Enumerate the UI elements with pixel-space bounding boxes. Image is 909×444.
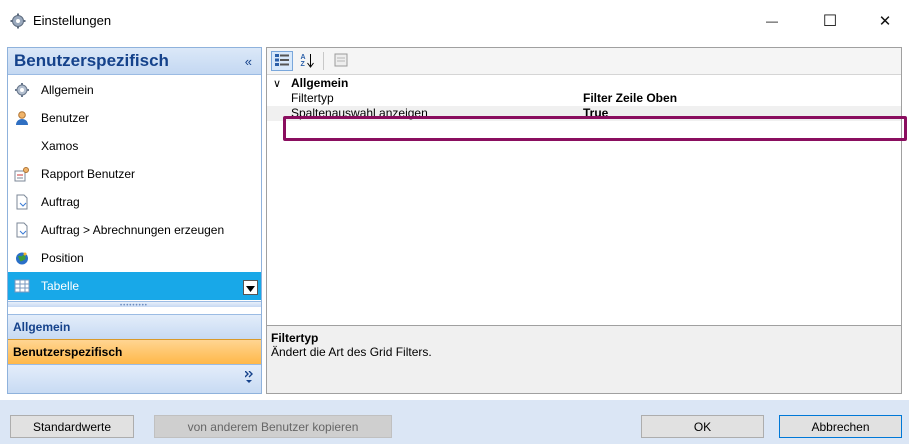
- group-overflow-bar: [8, 364, 261, 393]
- nav-item-benutzer[interactable]: Benutzer: [8, 104, 261, 132]
- nav-item-label: Rapport Benutzer: [41, 167, 136, 181]
- window-title: Einstellungen: [33, 13, 112, 28]
- cancel-button[interactable]: Abbrechen: [779, 415, 902, 438]
- nav-item-label: Position: [41, 251, 84, 265]
- maximize-button[interactable]: ☐: [807, 6, 853, 36]
- property-description: Filtertyp Ändert die Art des Grid Filter…: [267, 325, 901, 393]
- minimize-button[interactable]: —: [749, 6, 795, 36]
- property-value[interactable]: True: [583, 106, 883, 121]
- property-name: Filtertyp: [291, 91, 334, 105]
- ok-button[interactable]: OK: [641, 415, 764, 438]
- group-label: Benutzerspezifisch: [13, 345, 123, 359]
- navigation-header: Benutzerspezifisch «: [8, 48, 261, 75]
- description-text: Ändert die Art des Grid Filters.: [271, 345, 432, 359]
- collapse-pane-icon[interactable]: «: [245, 54, 252, 69]
- button-bar: Standardwerte von anderem Benutzer kopie…: [0, 400, 909, 444]
- defaults-button[interactable]: Standardwerte: [10, 415, 134, 438]
- pane-splitter[interactable]: •••••••••: [8, 301, 261, 309]
- nav-item-label: Xamos: [41, 139, 79, 153]
- nav-item-position[interactable]: Position: [8, 244, 261, 272]
- nav-dropdown-button[interactable]: [243, 280, 258, 295]
- grip-icon: •••••••••: [120, 303, 148, 309]
- group-allgemein[interactable]: Allgemein: [8, 314, 261, 339]
- property-grid: AZ ∨ Allgemein Filtertyp Filter Zeile Ob…: [266, 47, 902, 394]
- group-label: Allgemein: [13, 320, 71, 334]
- title-bar: Einstellungen — ☐ ✕: [0, 0, 909, 42]
- navigation-title: Benutzerspezifisch: [14, 51, 169, 70]
- table-icon: [14, 278, 30, 294]
- maximize-icon: ☐: [822, 13, 838, 30]
- category-label: Allgemein: [291, 76, 349, 90]
- property-pages-icon: [334, 53, 348, 70]
- navigation-pane: Benutzerspezifisch « Allgemein Benutzer …: [7, 47, 262, 394]
- group-benutzerspezifisch[interactable]: Benutzerspezifisch: [8, 339, 261, 364]
- property-name: Spaltenauswahl anzeigen: [291, 106, 428, 120]
- settings-gear-icon: [10, 13, 26, 29]
- nav-item-auftrag-abrechnungen[interactable]: Auftrag > Abrechnungen erzeugen: [8, 216, 261, 244]
- close-button[interactable]: ✕: [862, 6, 908, 36]
- description-title: Filtertyp: [271, 331, 319, 345]
- categorized-button[interactable]: [271, 51, 293, 71]
- nav-item-allgemein[interactable]: Allgemein: [8, 76, 261, 104]
- sort-alphabetical-button[interactable]: AZ: [296, 51, 318, 71]
- report-user-icon: [14, 166, 30, 182]
- sort-alpha-icon: AZ: [301, 54, 314, 68]
- chevron-down-icon: [246, 281, 255, 295]
- user-icon: [14, 110, 30, 126]
- chevron-down-icon[interactable]: ∨: [273, 77, 281, 90]
- gear-icon: [14, 82, 30, 98]
- nav-item-xamos[interactable]: Xamos: [8, 132, 261, 160]
- navigation-list: Allgemein Benutzer Xamos Rapport Benutze…: [8, 76, 261, 300]
- close-icon: ✕: [878, 13, 892, 30]
- nav-item-label: Auftrag: [41, 195, 80, 209]
- minimize-icon: —: [766, 14, 778, 28]
- property-row-spaltenauswahl[interactable]: Spaltenauswahl anzeigen True: [267, 106, 901, 121]
- nav-item-rapport-benutzer[interactable]: Rapport Benutzer: [8, 160, 261, 188]
- document-icon: [14, 222, 30, 238]
- nav-item-label: Tabelle: [41, 279, 80, 293]
- copy-from-user-button[interactable]: von anderem Benutzer kopieren: [154, 415, 392, 438]
- property-grid-body: ∨ Allgemein Filtertyp Filter Zeile Oben …: [267, 76, 901, 121]
- categorized-view-icon: [274, 53, 290, 70]
- globe-icon: [14, 250, 30, 266]
- property-pages-button[interactable]: [330, 51, 352, 71]
- category-allgemein[interactable]: ∨ Allgemein: [267, 76, 901, 91]
- nav-item-label: Auftrag > Abrechnungen erzeugen: [41, 223, 225, 237]
- document-icon: [14, 194, 30, 210]
- toolbar-separator: [323, 52, 324, 70]
- property-value[interactable]: Filter Zeile Oben: [583, 91, 883, 106]
- nav-item-label: Benutzer: [41, 111, 90, 125]
- more-groups-icon[interactable]: [244, 370, 253, 386]
- property-toolbar: AZ: [267, 48, 901, 75]
- nav-item-tabelle[interactable]: Tabelle: [8, 272, 261, 300]
- nav-item-label: Allgemein: [41, 83, 94, 97]
- property-row-filtertyp[interactable]: Filtertyp Filter Zeile Oben: [267, 91, 901, 106]
- nav-item-auftrag[interactable]: Auftrag: [8, 188, 261, 216]
